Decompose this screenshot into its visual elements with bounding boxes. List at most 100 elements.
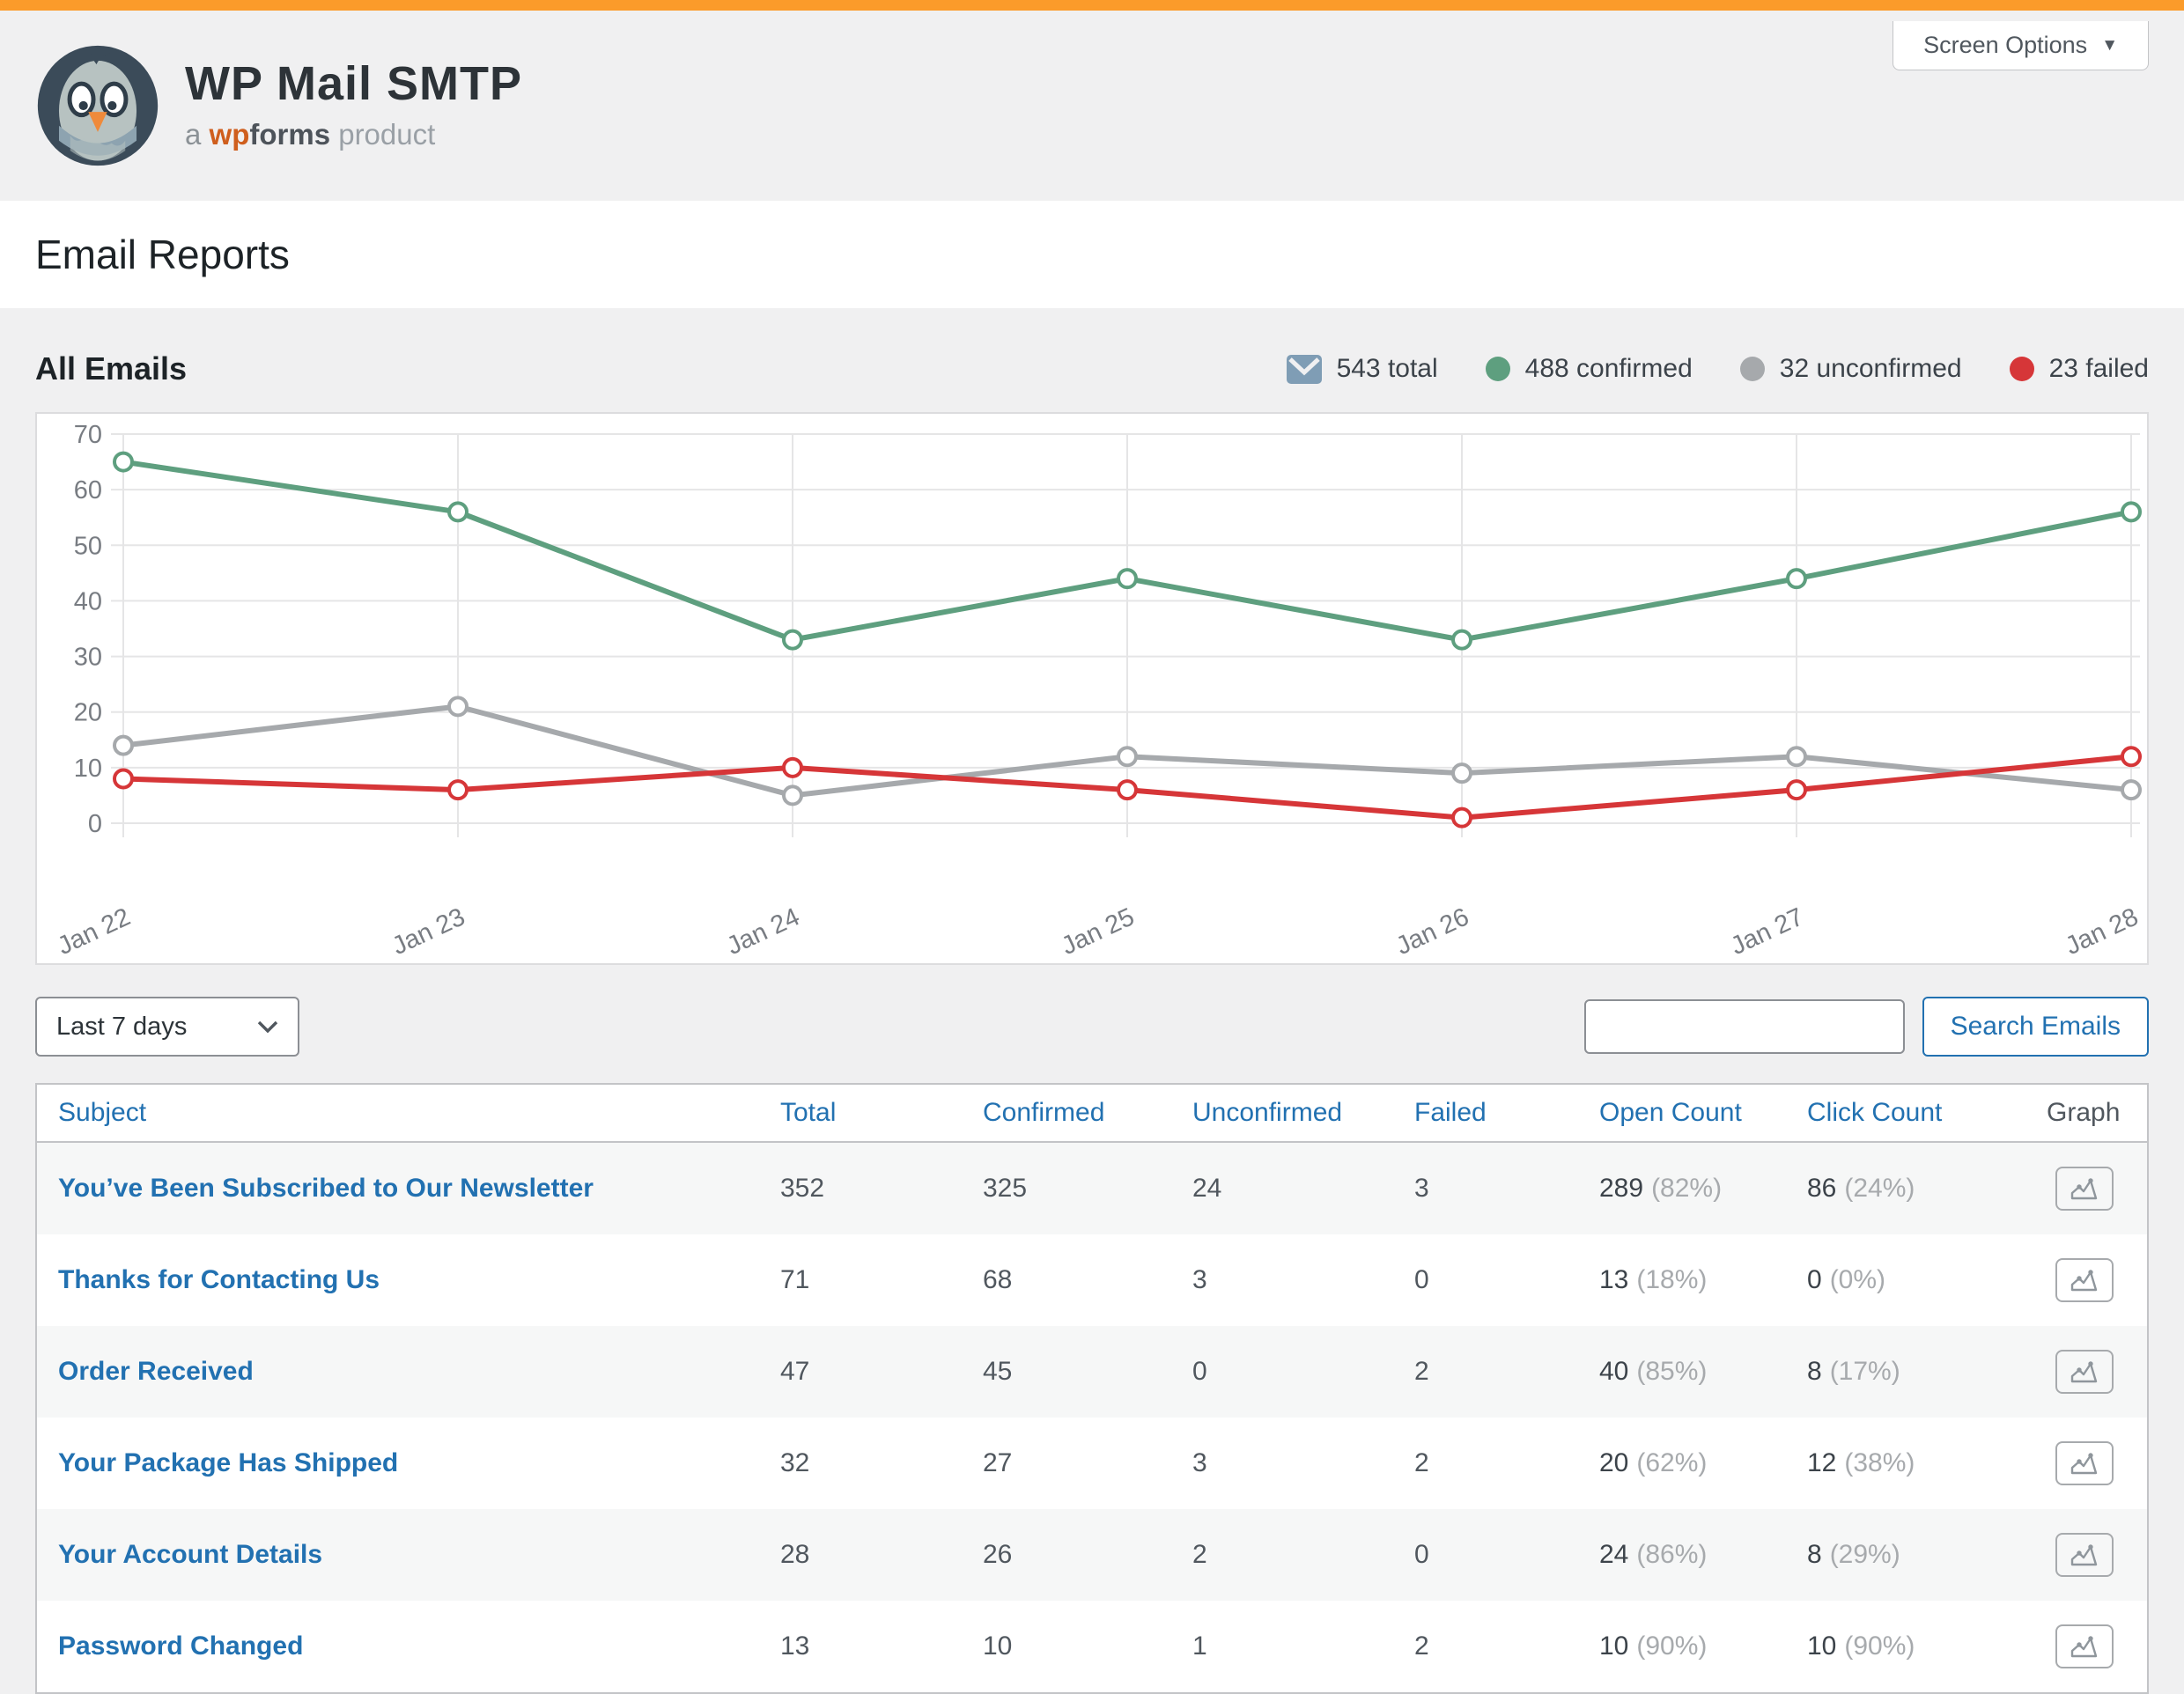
- total-cell: 13: [759, 1631, 962, 1661]
- app-title: WP Mail SMTP: [185, 60, 522, 107]
- legend-item: 488 confirmed: [1486, 354, 1693, 384]
- legend-item: 543 total: [1287, 354, 1438, 384]
- screen-options-button[interactable]: Screen Options ▼: [1893, 21, 2149, 70]
- data-point-confirmed: [1788, 570, 1805, 587]
- failed-cell: 2: [1393, 1448, 1578, 1478]
- email-subject-link[interactable]: Order Received: [58, 1357, 254, 1386]
- subject-cell: You’ve Been Subscribed to Our Newsletter: [37, 1174, 759, 1204]
- data-point-confirmed: [114, 453, 132, 471]
- tagline-prefix: a: [185, 118, 201, 151]
- date-range-value: Last 7 days: [56, 1013, 187, 1042]
- page-title: Email Reports: [35, 231, 290, 278]
- chart-legend: 543 total 488 confirmed 32 unconfirmed 23 f…: [1287, 354, 2149, 384]
- table-row: Thanks for Contacting Us71683013(18%)0(0…: [37, 1234, 2147, 1326]
- data-point-failed: [1118, 781, 1136, 799]
- svg-text:10: 10: [74, 755, 102, 783]
- click-count-cell: 12(38%): [1786, 1448, 2025, 1478]
- data-point-confirmed: [449, 503, 467, 520]
- email-subject-link[interactable]: Your Account Details: [58, 1540, 322, 1569]
- total-cell: 47: [759, 1357, 962, 1387]
- table-header-row: SubjectTotalConfirmedUnconfirmedFailedOp…: [37, 1085, 2147, 1143]
- open-count-cell: 24(86%): [1578, 1540, 1786, 1570]
- svg-text:60: 60: [74, 476, 102, 505]
- row-graph-button[interactable]: [2055, 1533, 2114, 1577]
- total-cell: 28: [759, 1540, 962, 1570]
- data-point-unconfirmed: [1453, 764, 1471, 782]
- failed-cell: 3: [1393, 1174, 1578, 1204]
- row-graph-button[interactable]: [2055, 1167, 2114, 1211]
- svg-text:Jan 28: Jan 28: [2062, 902, 2143, 961]
- graph-cell: [2025, 1167, 2147, 1211]
- column-header-subject[interactable]: Subject: [37, 1098, 759, 1128]
- legend-label: 23 failed: [2049, 354, 2149, 384]
- svg-text:40: 40: [74, 587, 102, 615]
- email-subject-link[interactable]: You’ve Been Subscribed to Our Newsletter: [58, 1174, 594, 1203]
- column-header-open-count[interactable]: Open Count: [1578, 1098, 1786, 1128]
- legend-label: 543 total: [1337, 354, 1438, 384]
- data-point-failed: [2122, 748, 2140, 765]
- graph-cell: [2025, 1533, 2147, 1577]
- data-point-confirmed: [1453, 631, 1471, 649]
- subject-cell: Your Account Details: [37, 1540, 759, 1570]
- svg-text:Jan 26: Jan 26: [1392, 902, 1473, 961]
- data-point-failed: [1788, 781, 1805, 799]
- svg-text:Jan 23: Jan 23: [388, 902, 469, 961]
- click-count-cell: 8(29%): [1786, 1540, 2025, 1570]
- svg-text:70: 70: [74, 421, 102, 449]
- data-point-unconfirmed: [114, 737, 132, 755]
- date-range-select[interactable]: Last 7 days: [35, 997, 299, 1057]
- svg-text:50: 50: [74, 532, 102, 560]
- column-header-click-count[interactable]: Click Count: [1786, 1098, 2025, 1128]
- data-point-confirmed: [1118, 570, 1136, 587]
- section-title: All Emails: [35, 350, 187, 387]
- search-emails-button[interactable]: Search Emails: [1922, 997, 2149, 1057]
- click-count-cell: 86(24%): [1786, 1174, 2025, 1204]
- table-row: Your Account Details28262024(86%)8(29%): [37, 1509, 2147, 1601]
- search-group: Search Emails: [1584, 997, 2149, 1057]
- confirmed-cell: 26: [962, 1540, 1171, 1570]
- legend-label: 488 confirmed: [1525, 354, 1693, 384]
- graph-cell: [2025, 1441, 2147, 1485]
- tagline-wp: wp: [210, 118, 250, 151]
- click-count-cell: 10(90%): [1786, 1631, 2025, 1661]
- column-header-graph: Graph: [2025, 1098, 2153, 1128]
- envelope-icon: [1287, 355, 1322, 384]
- table-controls: Last 7 days Search Emails: [35, 997, 2149, 1057]
- email-reports-table: SubjectTotalConfirmedUnconfirmedFailedOp…: [35, 1083, 2149, 1694]
- svg-text:Jan 22: Jan 22: [54, 902, 135, 961]
- legend-label: 32 unconfirmed: [1780, 354, 1962, 384]
- row-graph-button[interactable]: [2055, 1624, 2114, 1668]
- row-graph-button[interactable]: [2055, 1350, 2114, 1394]
- unconfirmed-cell: 0: [1171, 1357, 1393, 1387]
- svg-text:Jan 27: Jan 27: [1727, 902, 1808, 961]
- top-accent-bar: [0, 0, 2184, 11]
- data-point-unconfirmed: [2122, 781, 2140, 799]
- email-subject-link[interactable]: Your Package Has Shipped: [58, 1448, 398, 1477]
- email-subject-link[interactable]: Thanks for Contacting Us: [58, 1265, 380, 1294]
- search-input[interactable]: [1584, 999, 1905, 1054]
- row-graph-button[interactable]: [2055, 1441, 2114, 1485]
- page-title-band: Email Reports: [0, 201, 2184, 308]
- data-point-confirmed: [2122, 503, 2140, 520]
- data-point-confirmed: [784, 631, 801, 649]
- column-header-unconfirmed[interactable]: Unconfirmed: [1171, 1098, 1393, 1128]
- confirmed-cell: 10: [962, 1631, 1171, 1661]
- dot-icon: [1486, 357, 1510, 381]
- column-header-total[interactable]: Total: [759, 1098, 962, 1128]
- data-point-failed: [114, 770, 132, 787]
- column-header-confirmed[interactable]: Confirmed: [962, 1098, 1171, 1128]
- column-header-failed[interactable]: Failed: [1393, 1098, 1578, 1128]
- tagline-forms: forms: [249, 118, 330, 151]
- email-subject-link[interactable]: Password Changed: [58, 1631, 303, 1661]
- confirmed-cell: 27: [962, 1448, 1171, 1478]
- failed-cell: 2: [1393, 1631, 1578, 1661]
- data-point-unconfirmed: [1118, 748, 1136, 765]
- brand: WP Mail SMTP a wpforms product: [35, 43, 522, 168]
- data-point-unconfirmed: [1788, 748, 1805, 765]
- mini-graph-icon: [2070, 1359, 2099, 1384]
- data-point-failed: [784, 759, 801, 777]
- wp-mail-smtp-logo-icon: [35, 43, 160, 168]
- data-point-unconfirmed: [784, 786, 801, 804]
- mini-graph-icon: [2070, 1268, 2099, 1293]
- row-graph-button[interactable]: [2055, 1258, 2114, 1302]
